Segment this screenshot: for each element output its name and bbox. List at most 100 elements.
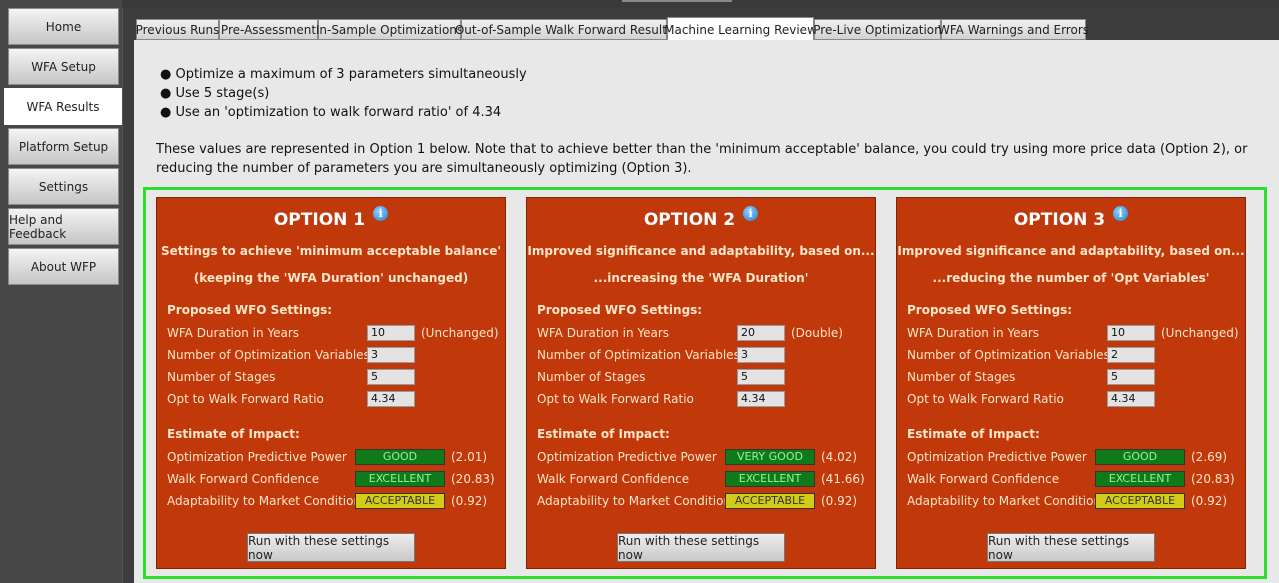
option-title: OPTION 3 i (897, 206, 1245, 230)
bullet-ratio: ● Use an 'optimization to walk forward r… (160, 105, 502, 120)
info-icon[interactable]: i (373, 206, 389, 221)
option-title-text: OPTION 1 (273, 210, 366, 230)
sidebar-item-platform-setup[interactable]: Platform Setup (8, 128, 119, 165)
sidebar-item-label: About WFP (30, 259, 97, 274)
sidebar-item-wfa-results[interactable]: WFA Results (4, 88, 122, 125)
num-vars-label: Number of Optimization Variables (907, 348, 1110, 362)
stages-field[interactable]: 5 (1107, 369, 1155, 385)
tab-label: Pre-Live Optimization (813, 22, 942, 37)
option-title: OPTION 1 i (157, 206, 505, 230)
num-vars-field[interactable]: 3 (367, 347, 415, 363)
proposed-settings-heading: Proposed WFO Settings: (907, 303, 1073, 317)
option-subtitle-2: ...increasing the 'WFA Duration' (593, 271, 809, 285)
run-with-settings-button[interactable]: Run with these settings now (987, 533, 1155, 562)
adaptability-label: Adaptability to Market Conditions (167, 494, 368, 508)
adaptability-badge: ACCEPTABLE (1095, 493, 1185, 509)
sidebar-item-about-wfp[interactable]: About WFP (8, 248, 119, 285)
info-icon[interactable]: i (743, 206, 759, 221)
tab-previous-runs[interactable]: Previous Runs (136, 19, 219, 40)
predictive-label: Optimization Predictive Power (167, 450, 347, 464)
confidence-badge: EXCELLENT (355, 471, 445, 487)
run-button-label: Run with these settings now (248, 533, 390, 562)
adaptability-value: (0.92) (821, 494, 858, 508)
duration-field[interactable]: 20 (737, 325, 785, 341)
num-vars-field[interactable]: 3 (737, 347, 785, 363)
ratio-field[interactable]: 4.34 (367, 391, 415, 407)
duration-note: (Unchanged) (1161, 326, 1239, 340)
confidence-label: Walk Forward Confidence (537, 472, 690, 486)
num-vars-label: Number of Optimization Variables (537, 348, 740, 362)
confidence-badge: EXCELLENT (725, 471, 815, 487)
run-with-settings-button[interactable]: Run with these settings now (617, 533, 785, 562)
ratio-field[interactable]: 4.34 (737, 391, 785, 407)
tab-machine-learning-review[interactable]: Machine Learning Review (664, 17, 817, 41)
option-subtitle-2: ...reducing the number of 'Opt Variables… (932, 271, 1210, 285)
predictive-label: Optimization Predictive Power (537, 450, 717, 464)
tab-out-of-sample-results[interactable]: Out-of-Sample Walk Forward Results (455, 19, 673, 40)
window-top-edge (622, 0, 732, 2)
option-subtitle-1: Improved significance and adaptability, … (897, 244, 1245, 258)
adaptability-label: Adaptability to Market Conditions (907, 494, 1108, 508)
adaptability-value: (0.92) (451, 494, 488, 508)
run-with-settings-button[interactable]: Run with these settings now (247, 533, 415, 562)
tab-label: Out-of-Sample Walk Forward Results (454, 22, 674, 37)
sidebar-item-help-and-feedback[interactable]: Help and Feedback (8, 208, 119, 245)
stages-label: Number of Stages (537, 370, 646, 384)
predictive-label: Optimization Predictive Power (907, 450, 1087, 464)
tab-label: In-Sample Optimizations (315, 22, 464, 37)
stages-field[interactable]: 5 (737, 369, 785, 385)
sidebar-item-label: WFA Results (26, 99, 100, 114)
num-vars-field[interactable]: 2 (1107, 347, 1155, 363)
proposed-settings-heading: Proposed WFO Settings: (537, 303, 703, 317)
tab-label: WFA Warnings and Errors (938, 22, 1089, 37)
sidebar-item-label: Home (45, 19, 82, 34)
sidebar: Home WFA Setup WFA Results Platform Setu… (0, 0, 122, 583)
impact-heading: Estimate of Impact: (907, 427, 1040, 441)
confidence-value: (41.66) (821, 472, 865, 486)
duration-label: WFA Duration in Years (907, 326, 1040, 340)
adaptability-badge: ACCEPTABLE (725, 493, 815, 509)
predictive-badge: GOOD (1095, 449, 1185, 465)
impact-heading: Estimate of Impact: (167, 427, 300, 441)
predictive-badge: VERY GOOD (725, 449, 815, 465)
tab-wfa-warnings-and-errors[interactable]: WFA Warnings and Errors (938, 19, 1089, 40)
option-title: OPTION 2 i (527, 206, 875, 230)
sidebar-item-label: WFA Setup (31, 59, 96, 74)
info-icon[interactable]: i (1113, 206, 1129, 221)
predictive-value: (4.02) (821, 450, 858, 464)
ratio-label: Opt to Walk Forward Ratio (167, 392, 324, 406)
stages-label: Number of Stages (167, 370, 276, 384)
num-vars-label: Number of Optimization Variables (167, 348, 370, 362)
predictive-value: (2.01) (451, 450, 488, 464)
main-content: ● Optimize a maximum of 3 parameters sim… (134, 40, 1279, 583)
adaptability-value: (0.92) (1191, 494, 1228, 508)
stages-label: Number of Stages (907, 370, 1016, 384)
tab-pre-assessment[interactable]: Pre-Assessment (219, 19, 318, 40)
ratio-field[interactable]: 4.34 (1107, 391, 1155, 407)
confidence-value: (20.83) (451, 472, 495, 486)
run-button-label: Run with these settings now (618, 533, 760, 562)
sidebar-item-label: Settings (38, 179, 89, 194)
option-title-text: OPTION 3 (1013, 210, 1106, 230)
tab-label: Previous Runs (135, 22, 220, 37)
sidebar-item-wfa-setup[interactable]: WFA Setup (8, 48, 119, 85)
predictive-value: (2.69) (1191, 450, 1228, 464)
bullet-max-parameters: ● Optimize a maximum of 3 parameters sim… (160, 67, 527, 82)
stages-field[interactable]: 5 (367, 369, 415, 385)
option-card-2: OPTION 2 i Improved significance and adapt… (526, 197, 876, 569)
tab-in-sample-optimizations[interactable]: In-Sample Optimizations (315, 19, 464, 40)
tab-label: Machine Learning Review (664, 22, 817, 37)
ratio-label: Opt to Walk Forward Ratio (537, 392, 694, 406)
sidebar-item-label: Platform Setup (18, 139, 109, 154)
sidebar-item-home[interactable]: Home (8, 8, 119, 45)
option-subtitle-1: Settings to achieve 'minimum acceptable … (160, 244, 502, 258)
tab-label: Pre-Assessment (220, 22, 317, 37)
proposed-settings-heading: Proposed WFO Settings: (167, 303, 333, 317)
explanation-paragraph: These values are represented in Option 1… (156, 142, 1248, 176)
tab-pre-live-optimization[interactable]: Pre-Live Optimization (813, 19, 942, 40)
duration-field[interactable]: 10 (1107, 325, 1155, 341)
option-subtitle-2: (keeping the 'WFA Duration' unchanged) (193, 271, 469, 285)
sidebar-item-settings[interactable]: Settings (8, 168, 119, 205)
confidence-value: (20.83) (1191, 472, 1235, 486)
duration-field[interactable]: 10 (367, 325, 415, 341)
